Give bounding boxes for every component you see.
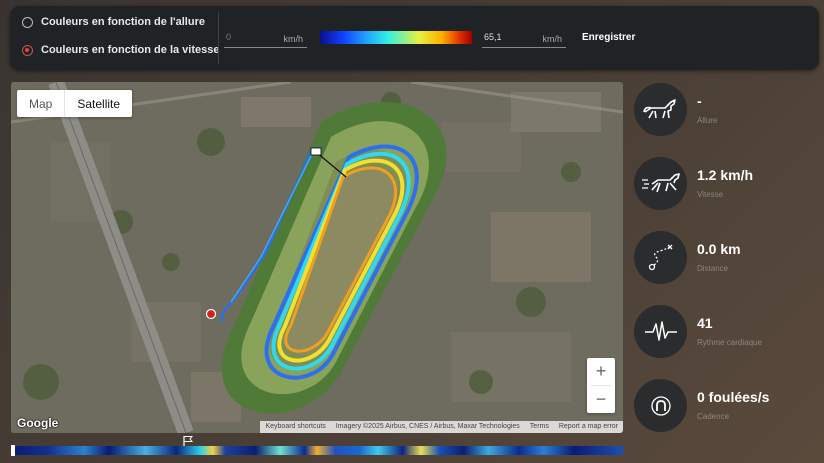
radio-pace-label[interactable]: Couleurs en fonction de l'allure	[41, 16, 205, 28]
max-speed-value[interactable]: 65,1	[484, 32, 502, 42]
stat-label: Distance	[697, 264, 729, 273]
map-type-map-button[interactable]: Map	[17, 90, 64, 117]
timeline-handle[interactable]	[11, 445, 15, 456]
timeline-scrubber[interactable]	[11, 446, 623, 455]
stat-value: 41	[697, 315, 713, 331]
stat-value: 0 foulées/s	[697, 389, 770, 405]
route-icon	[634, 231, 687, 284]
stat-vitesse: 1.2 km/h Vitesse	[634, 157, 824, 217]
map-imagery	[11, 82, 623, 433]
stat-label: Cadence	[697, 412, 730, 421]
stat-label: Rythme cardiaque	[697, 338, 762, 347]
stat-value: -	[697, 93, 702, 109]
divider	[218, 12, 219, 64]
horseshoe-icon	[634, 379, 687, 432]
stat-value: 1.2 km/h	[697, 167, 754, 183]
min-speed-input[interactable]: 0 km/h	[224, 31, 307, 48]
stat-allure: - Allure	[634, 83, 824, 143]
horse-icon	[634, 83, 687, 136]
imagery-credit: Imagery ©2025 Airbus, CNES / Airbus, Max…	[335, 423, 520, 430]
keyboard-shortcuts-link[interactable]: Keyboard shortcuts	[260, 421, 330, 433]
radio-pace-indicator[interactable]	[22, 16, 33, 28]
color-mode-panel: Couleurs en fonction de l'allure Couleur…	[10, 6, 819, 70]
galloping-horse-icon	[634, 157, 687, 210]
zoom-in-button[interactable]: +	[587, 358, 615, 385]
stat-value: 0.0 km	[697, 241, 741, 257]
min-speed-unit: km/h	[283, 34, 303, 44]
map-type-control: Map Satellite	[17, 90, 133, 117]
max-speed-unit: km/h	[542, 34, 562, 44]
min-speed-value[interactable]: 0	[226, 32, 231, 42]
map-type-satellite-button[interactable]: Satellite	[64, 90, 132, 117]
zoom-out-button[interactable]: −	[587, 386, 615, 413]
report-error-link[interactable]: Report a map error	[554, 421, 623, 433]
speed-color-scale	[320, 31, 472, 44]
terms-link[interactable]: Terms	[525, 421, 554, 433]
heartbeat-icon	[634, 305, 687, 358]
radio-speed-indicator[interactable]	[22, 44, 33, 56]
radio-speed-label[interactable]: Couleurs en fonction de la vitesse	[41, 44, 220, 56]
google-logo[interactable]: Google	[17, 416, 58, 430]
radio-speed[interactable]: Couleurs en fonction de la vitesse	[22, 44, 220, 56]
zoom-control: + −	[587, 358, 615, 413]
stat-heart-rate: 41 Rythme cardiaque	[634, 305, 824, 365]
stat-label: Allure	[697, 116, 718, 125]
map-attribution: Keyboard shortcuts Imagery ©2025 Airbus,…	[260, 421, 623, 433]
max-speed-input[interactable]: 65,1 km/h	[482, 31, 566, 48]
radio-pace[interactable]: Couleurs en fonction de l'allure	[22, 16, 205, 28]
stat-distance: 0.0 km Distance	[634, 231, 824, 291]
save-button[interactable]: Enregistrer	[582, 32, 635, 43]
satellite-map[interactable]: Map Satellite + − Google Keyboard shortc…	[11, 82, 623, 433]
stat-label: Vitesse	[697, 190, 724, 199]
stat-cadence: 0 foulées/s Cadence	[634, 379, 824, 439]
